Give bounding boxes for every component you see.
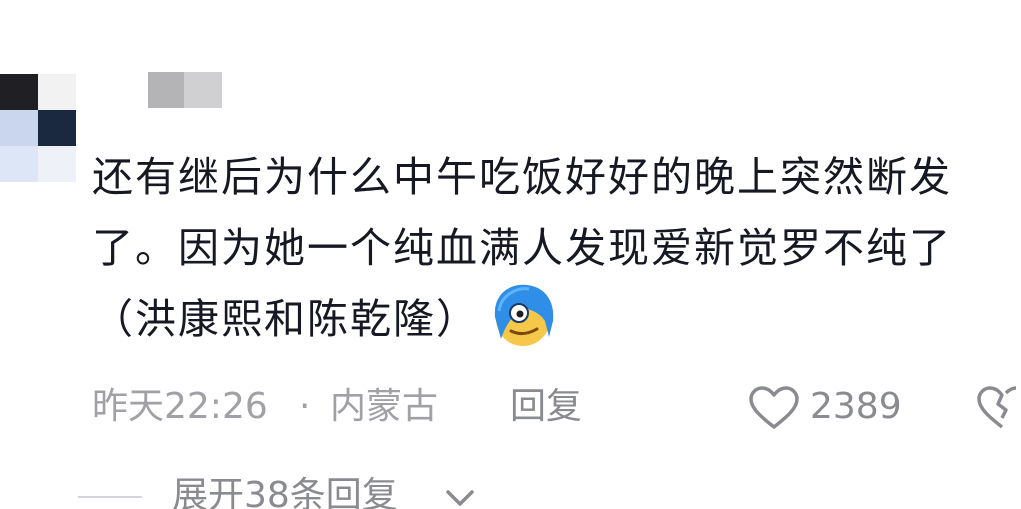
expand-replies-button[interactable]: 展开38条回复 <box>172 476 398 509</box>
expand-replies-row[interactable]: 展开38条回复 <box>78 476 498 509</box>
chevron-down-icon <box>446 490 474 506</box>
comment-time: 昨天22:26 <box>92 386 268 427</box>
divider-line <box>78 496 142 498</box>
blue-hair-smirk-face-icon <box>494 284 554 346</box>
like-count: 2389 <box>810 386 902 427</box>
heart-icon <box>749 386 799 429</box>
username[interactable] <box>148 72 224 108</box>
broken-heart-icon[interactable] <box>976 384 1021 430</box>
comment-meta-row: 昨天22:26 · 内蒙古 回复 2389 <box>92 384 1021 430</box>
meta-separator: · <box>299 386 311 427</box>
comment-location: 内蒙古 <box>330 386 439 427</box>
avatar[interactable] <box>0 74 80 184</box>
reply-button[interactable]: 回复 <box>510 384 582 430</box>
comment-text: 还有继后为什么中午吃饭好好的晚上突然断发了。因为她一个纯血满人发现爱新觉罗不纯了… <box>92 142 1012 357</box>
